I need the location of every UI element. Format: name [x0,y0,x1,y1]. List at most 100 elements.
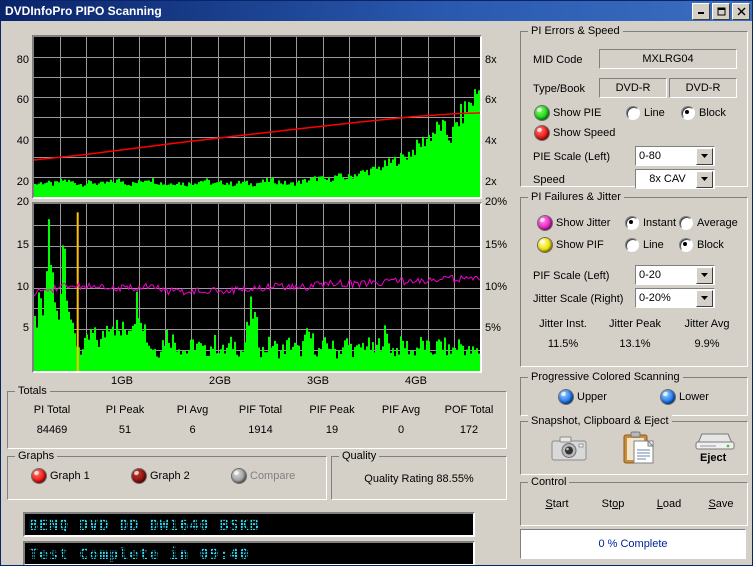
pie-scale-value: 0-80 [639,150,662,162]
jitter-scale-select[interactable]: 0-20% [635,288,715,308]
stop-button[interactable]: Stop [585,498,641,510]
jitter-average-radio[interactable]: Average [679,216,738,230]
pif-scale-label: PIF Scale (Left) [533,270,610,282]
maximize-icon[interactable] [712,2,730,20]
show-pie-toggle[interactable]: Show PIE [535,106,601,120]
progress-text: 0 % Complete [598,538,668,550]
pif-block-radio[interactable]: Block [679,238,724,252]
pif-block-label: Block [697,239,724,251]
chart2-ytick-20: 20 [16,196,29,208]
graphs-caption: Graphs [15,450,58,462]
pie-scale-select[interactable]: 0-80 [635,146,715,166]
total-pif-avg: PIF Avg 0 [366,404,436,436]
jitter-inst-value: 11.5% [547,338,579,350]
show-speed-toggle[interactable]: Show Speed [535,126,615,140]
pie-block-radio-icon [681,106,695,120]
graphs-group: Graphs Graph 1 Graph 2 Compare [7,450,327,500]
pi-errors-speed-caption: PI Errors & Speed [528,25,623,37]
pif-line-radio[interactable]: Line [625,238,664,252]
upper-layer-toggle[interactable]: Upper [559,390,607,404]
total-pof-total-value: 172 [459,424,479,436]
chart2-y2tick-10pct: 10% [485,281,508,293]
jitter-inst-stat: Jitter Inst. 11.5% [527,318,599,350]
save-button[interactable]: Save [693,498,749,510]
totals-caption: Totals [15,385,50,397]
mid-code-field: MXLRG04 [599,49,737,69]
total-pi-peak-value: 51 [118,424,132,436]
chart-xtick-2gb: 2GB [209,375,232,387]
camera-icon[interactable] [549,432,589,464]
chevron-down-icon[interactable] [696,147,713,165]
pif-scale-select[interactable]: 0-20 [635,265,715,285]
lower-layer-toggle[interactable]: Lower [661,390,709,404]
type-book-label: Type/Book [533,83,585,95]
load-button[interactable]: Load [641,498,697,510]
total-pif-total: PIF Total 1914 [223,404,298,436]
jitter-avg-value: 9.9% [694,338,720,350]
pie-scale-label: PIE Scale (Left) [533,151,611,163]
type-field: DVD-R [599,78,667,98]
chart2-pif-jitter-plot[interactable] [32,202,482,373]
total-pof-total: POF Total 172 [432,404,506,436]
window-buttons [692,2,750,20]
snapshot-caption: Snapshot, Clipboard & Eject [528,415,672,427]
chevron-down-icon-4[interactable] [696,289,713,307]
jitter-instant-radio-icon [625,216,639,230]
pie-line-label: Line [644,107,665,119]
pi-errors-speed-group: PI Errors & Speed MID Code MXLRG04 Type/… [520,25,748,189]
lower-label: Lower [679,391,709,403]
save-label-rest: ave [715,498,734,510]
pif-scale-value: 0-20 [639,269,662,281]
chart2-y2tick-20pct: 20% [485,196,508,208]
show-pif-toggle[interactable]: Show PIF [538,238,604,252]
speed-label: Speed [533,174,565,186]
show-jitter-toggle[interactable]: Show Jitter [538,216,610,230]
progressive-scanning-group: Progressive Colored Scanning Upper Lower [520,371,748,416]
pie-line-radio[interactable]: Line [626,106,665,120]
chevron-down-icon-3[interactable] [696,266,713,284]
mid-code-value: MXLRG04 [642,53,694,65]
total-pi-peak: PI Peak 51 [90,404,160,436]
jitter-peak-label: Jitter Peak [609,318,661,330]
chevron-down-icon-2[interactable] [696,170,713,188]
jitter-instant-radio[interactable]: Instant [625,216,676,230]
chart1-y2tick-6x: 6x [485,94,497,106]
jitter-instant-label: Instant [643,217,677,229]
graph1-button[interactable]: Graph 1 [32,469,90,483]
pie-line-radio-icon [626,106,640,120]
jitter-scale-label: Jitter Scale (Right) [533,293,624,305]
jitter-avg-label: Jitter Avg [684,318,730,330]
mid-code-label: MID Code [533,54,583,66]
pie-block-label: Block [699,107,726,119]
jitter-average-label: Average [697,217,738,229]
upper-led-icon [559,390,573,404]
chart-xtick-1gb: 1GB [111,375,134,387]
graph2-button[interactable]: Graph 2 [132,469,190,483]
close-icon[interactable] [732,2,750,20]
total-pi-total-value: 84469 [36,424,68,436]
totals-group: Totals PI Total 84469 PI Peak 51 PI Avg … [7,385,507,449]
eject-drive-icon[interactable] [693,428,737,452]
type-value: DVD-R [615,82,651,94]
chart1-y2tick-8x: 8x [485,54,497,66]
speed-select[interactable]: 8x CAV [635,169,715,189]
right-pane: PI Errors & Speed MID Code MXLRG04 Type/… [513,21,752,565]
minimize-icon[interactable] [692,2,710,20]
start-button[interactable]: Start [529,498,585,510]
jitter-peak-stat: Jitter Peak 13.1% [599,318,671,350]
quality-caption: Quality [339,450,380,462]
chart1-y2tick-4x: 4x [485,135,497,147]
show-pie-led-icon [535,106,549,120]
lcd-grid-overlay-2 [25,543,473,564]
chart1-ytick-60: 60 [16,94,29,106]
compare-label: Compare [250,470,296,482]
graph1-label: Graph 1 [50,470,90,482]
window-title: DVDInfoPro PIPO Scanning [5,4,162,18]
stop-label-rest: p [618,498,625,510]
chart1-pie-speed-plot[interactable] [32,35,482,199]
compare-button[interactable]: Compare [232,469,295,483]
clipboard-icon[interactable] [619,430,659,466]
pie-block-radio[interactable]: Block [681,106,726,120]
pif-line-radio-icon [625,238,639,252]
lower-led-icon [661,390,675,404]
